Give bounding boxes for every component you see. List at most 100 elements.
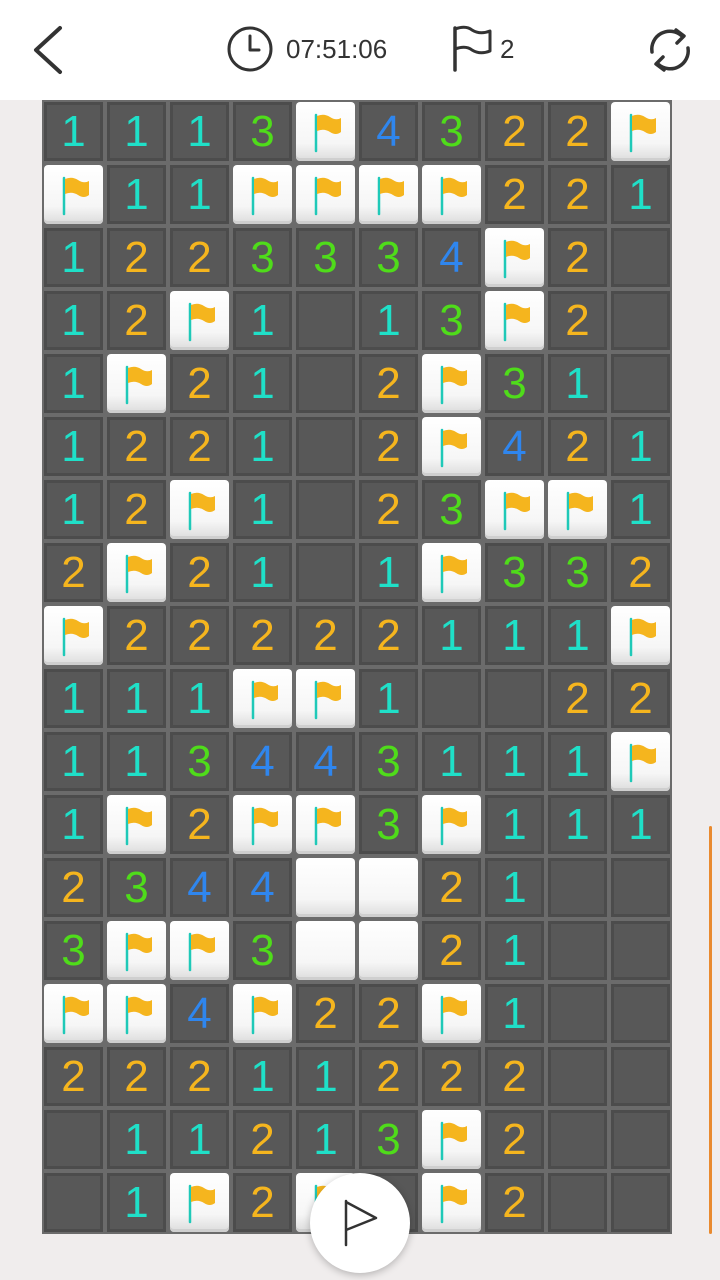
flagged-tile[interactable]	[170, 1173, 229, 1232]
empty-tile[interactable]	[611, 228, 670, 287]
number-tile[interactable]: 1	[233, 291, 292, 350]
number-tile[interactable]: 1	[44, 291, 103, 350]
empty-tile[interactable]	[548, 984, 607, 1043]
number-tile[interactable]: 2	[359, 417, 418, 476]
number-tile[interactable]: 1	[611, 795, 670, 854]
number-tile[interactable]: 2	[170, 795, 229, 854]
number-tile[interactable]: 3	[548, 543, 607, 602]
number-tile[interactable]: 3	[359, 795, 418, 854]
number-tile[interactable]: 1	[170, 102, 229, 161]
number-tile[interactable]: 3	[485, 543, 544, 602]
number-tile[interactable]: 3	[107, 858, 166, 917]
number-tile[interactable]: 1	[296, 1110, 355, 1169]
empty-tile[interactable]	[296, 543, 355, 602]
number-tile[interactable]: 1	[170, 669, 229, 728]
number-tile[interactable]: 2	[170, 543, 229, 602]
empty-tile[interactable]	[548, 858, 607, 917]
number-tile[interactable]: 1	[44, 354, 103, 413]
flagged-tile[interactable]	[422, 417, 481, 476]
empty-tile[interactable]	[611, 1047, 670, 1106]
number-tile[interactable]: 2	[485, 1110, 544, 1169]
flagged-tile[interactable]	[233, 795, 292, 854]
number-tile[interactable]: 2	[422, 1047, 481, 1106]
flagged-tile[interactable]	[44, 165, 103, 224]
flagged-tile[interactable]	[422, 1110, 481, 1169]
number-tile[interactable]: 2	[170, 354, 229, 413]
number-tile[interactable]: 2	[485, 1047, 544, 1106]
number-tile[interactable]: 2	[107, 228, 166, 287]
flagged-tile[interactable]	[233, 669, 292, 728]
flagged-tile[interactable]	[233, 984, 292, 1043]
number-tile[interactable]: 2	[296, 606, 355, 665]
flagged-tile[interactable]	[611, 102, 670, 161]
number-tile[interactable]: 2	[548, 228, 607, 287]
flagged-tile[interactable]	[359, 165, 418, 224]
number-tile[interactable]: 2	[548, 669, 607, 728]
number-tile[interactable]: 1	[170, 1110, 229, 1169]
empty-tile[interactable]	[548, 1110, 607, 1169]
number-tile[interactable]: 2	[170, 606, 229, 665]
number-tile[interactable]: 2	[107, 1047, 166, 1106]
number-tile[interactable]: 1	[44, 795, 103, 854]
number-tile[interactable]: 1	[422, 732, 481, 791]
number-tile[interactable]: 2	[359, 1047, 418, 1106]
number-tile[interactable]: 3	[170, 732, 229, 791]
flagged-tile[interactable]	[170, 480, 229, 539]
number-tile[interactable]: 4	[233, 732, 292, 791]
number-tile[interactable]: 2	[548, 102, 607, 161]
number-tile[interactable]: 1	[44, 480, 103, 539]
empty-tile[interactable]	[611, 1173, 670, 1232]
number-tile[interactable]: 4	[485, 417, 544, 476]
restart-button[interactable]	[640, 22, 700, 78]
number-tile[interactable]: 1	[233, 543, 292, 602]
empty-tile[interactable]	[548, 1047, 607, 1106]
number-tile[interactable]: 1	[107, 732, 166, 791]
number-tile[interactable]: 1	[548, 795, 607, 854]
empty-tile[interactable]	[611, 858, 670, 917]
number-tile[interactable]: 2	[485, 165, 544, 224]
empty-tile[interactable]	[485, 669, 544, 728]
number-tile[interactable]: 2	[548, 417, 607, 476]
number-tile[interactable]: 2	[359, 480, 418, 539]
number-tile[interactable]: 3	[422, 102, 481, 161]
number-tile[interactable]: 2	[233, 1110, 292, 1169]
flagged-tile[interactable]	[44, 606, 103, 665]
flagged-tile[interactable]	[107, 795, 166, 854]
number-tile[interactable]: 1	[485, 795, 544, 854]
number-tile[interactable]: 1	[485, 606, 544, 665]
covered-tile[interactable]	[296, 921, 355, 980]
flagged-tile[interactable]	[233, 165, 292, 224]
flagged-tile[interactable]	[107, 921, 166, 980]
empty-tile[interactable]	[296, 354, 355, 413]
number-tile[interactable]: 4	[170, 984, 229, 1043]
number-tile[interactable]: 1	[44, 732, 103, 791]
flag-mode-button[interactable]	[310, 1173, 410, 1273]
number-tile[interactable]: 1	[485, 858, 544, 917]
number-tile[interactable]: 4	[359, 102, 418, 161]
number-tile[interactable]: 1	[548, 732, 607, 791]
flagged-tile[interactable]	[422, 1173, 481, 1232]
number-tile[interactable]: 2	[548, 291, 607, 350]
number-tile[interactable]: 3	[359, 228, 418, 287]
number-tile[interactable]: 2	[296, 984, 355, 1043]
number-tile[interactable]: 2	[170, 417, 229, 476]
flagged-tile[interactable]	[107, 543, 166, 602]
flagged-tile[interactable]	[422, 354, 481, 413]
number-tile[interactable]: 1	[170, 165, 229, 224]
number-tile[interactable]: 1	[359, 543, 418, 602]
flagged-tile[interactable]	[107, 354, 166, 413]
number-tile[interactable]: 1	[233, 417, 292, 476]
number-tile[interactable]: 1	[233, 480, 292, 539]
flagged-tile[interactable]	[548, 480, 607, 539]
empty-tile[interactable]	[44, 1110, 103, 1169]
empty-tile[interactable]	[548, 921, 607, 980]
number-tile[interactable]: 1	[359, 291, 418, 350]
empty-tile[interactable]	[44, 1173, 103, 1232]
flagged-tile[interactable]	[170, 921, 229, 980]
number-tile[interactable]: 3	[359, 732, 418, 791]
number-tile[interactable]: 4	[296, 732, 355, 791]
flagged-tile[interactable]	[422, 795, 481, 854]
flagged-tile[interactable]	[296, 795, 355, 854]
number-tile[interactable]: 3	[422, 480, 481, 539]
number-tile[interactable]: 3	[44, 921, 103, 980]
